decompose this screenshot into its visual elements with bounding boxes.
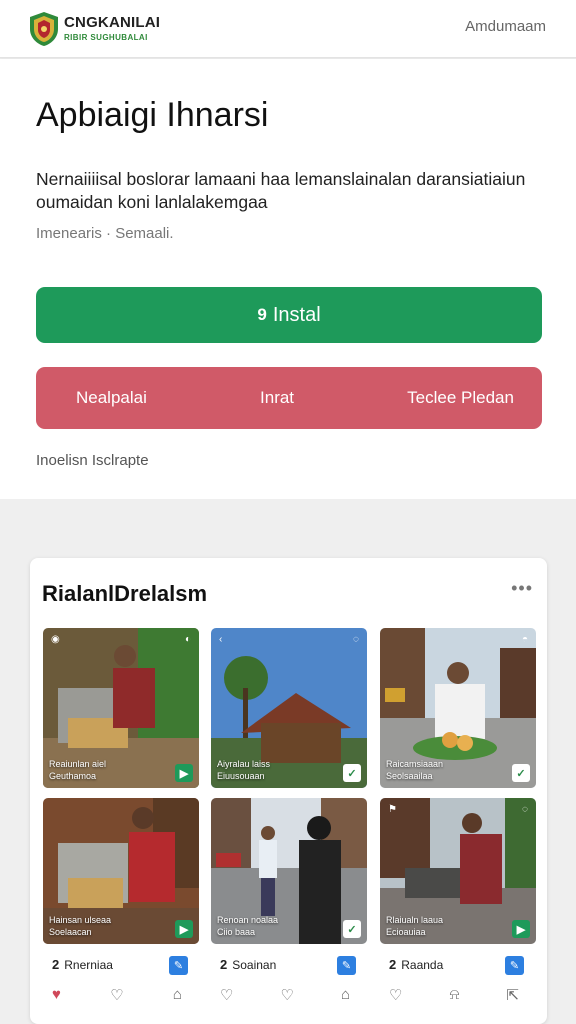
- profile-icon: ◉: [51, 634, 60, 645]
- gallery-title: RialanlDrelalsm: [42, 581, 208, 606]
- play-badge-icon[interactable]: ▶: [175, 920, 193, 938]
- like-icon[interactable]: ♡: [280, 986, 293, 1004]
- gallery-tile[interactable]: ◉ ◐ Reaiunlan aiel Geuthamoa ▶: [43, 628, 199, 788]
- options-icon: ◌: [522, 804, 528, 815]
- edit-icon[interactable]: ✎: [505, 956, 524, 975]
- tile-actions: ♡ ⍾ ⇱: [389, 986, 519, 1004]
- play-icon: ◐: [184, 634, 191, 645]
- tile-author: 2 Soainan: [220, 957, 277, 972]
- brand-subtitle: RIBIR SUGHUBALAI: [64, 33, 148, 42]
- like-icon[interactable]: ♡: [389, 986, 402, 1004]
- notification-icon[interactable]: ⍾: [449, 986, 459, 1004]
- action-button-2[interactable]: Inrat: [260, 388, 294, 408]
- back-icon: ‹: [219, 634, 223, 645]
- tile-caption: Renoan noalaa Ciio baaa: [217, 915, 279, 937]
- tile-caption: Hainsan ulseaa Soelaacan: [49, 915, 112, 937]
- tile-author: 2 Raanda: [389, 957, 444, 972]
- app-title: Apbiaigi Ihnarsi: [36, 96, 269, 134]
- gallery-tile[interactable]: ‹ ◌ Aiyralau laiss Eiuusouaan ✓: [211, 628, 367, 788]
- like-icon[interactable]: ♡: [220, 986, 233, 1004]
- gallery-tile[interactable]: ◓ Raicamsiaaan Seolsaailaa ✓: [380, 628, 536, 788]
- chat-icon: ◌: [353, 634, 359, 645]
- tile-caption: Rlaiualn laaua Ecioauiaa: [386, 915, 444, 937]
- gallery-card: RialanlDrelalsm ••• ◉ ◐ Reaiunlan aiel Ge…: [30, 558, 547, 1024]
- check-badge-icon[interactable]: ✓: [512, 764, 530, 782]
- play-badge-icon[interactable]: ▶: [175, 764, 193, 782]
- brand-name: CNGKANILAI: [64, 14, 161, 31]
- tile-actions: ♥ ♡ ⌂: [52, 986, 182, 1004]
- gallery-tile[interactable]: ⚑ ◌ Rlaiualn laaua Ecioauiaa ▶: [380, 798, 536, 944]
- share-icon: ◓: [521, 634, 528, 645]
- edit-icon[interactable]: ✎: [337, 956, 356, 975]
- action-button-3[interactable]: Teclee Pledan: [407, 388, 514, 408]
- install-icon: 9: [257, 305, 267, 324]
- more-options-icon[interactable]: •••: [511, 578, 533, 599]
- app-header: CNGKANILAI RIBIR SUGHUBALAI Amdumaam: [0, 0, 576, 58]
- crest-logo-icon: [30, 12, 58, 46]
- install-label: Instal: [272, 303, 321, 326]
- app-description: Nernaiiiisal boslorar lamaani haa lemans…: [36, 169, 526, 212]
- gallery-tile[interactable]: Renoan noalaa Ciio baaa ✓: [211, 798, 367, 944]
- like-icon[interactable]: ♡: [110, 986, 123, 1004]
- gallery-tile[interactable]: Hainsan ulseaa Soelaacan ▶: [43, 798, 199, 944]
- app-meta: Imenearis · Semaali.: [36, 225, 174, 242]
- play-badge-icon[interactable]: ▶: [512, 920, 530, 938]
- secondary-link[interactable]: Inoelisn Isclrapte: [36, 452, 149, 469]
- flag-icon: ⚑: [388, 804, 397, 815]
- bookmark-icon[interactable]: ⌂: [341, 986, 350, 1004]
- brand: CNGKANILAI RIBIR SUGHUBALAI: [64, 14, 160, 42]
- header-account-link[interactable]: Amdumaam: [465, 18, 546, 35]
- tile-caption: Raicamsiaaan Seolsaailaa: [386, 759, 444, 781]
- check-badge-icon[interactable]: ✓: [343, 764, 361, 782]
- install-button[interactable]: 9 Instal: [36, 287, 542, 343]
- share-icon[interactable]: ⇱: [506, 986, 519, 1004]
- tile-caption: Reaiunlan aiel Geuthamoa: [49, 759, 107, 781]
- tile-author: 2 Rnerniaa: [52, 957, 113, 972]
- tile-actions: ♡ ♡ ⌂: [220, 986, 350, 1004]
- favorite-icon[interactable]: ♥: [52, 986, 61, 1004]
- edit-icon[interactable]: ✎: [169, 956, 188, 975]
- bookmark-icon[interactable]: ⌂: [173, 986, 182, 1004]
- action-button-1[interactable]: Nealpalai: [76, 388, 147, 408]
- tile-caption: Aiyralau laiss Eiuusouaan: [217, 759, 271, 781]
- action-button-group: Nealpalai Inrat Teclee Pledan: [36, 367, 542, 429]
- check-badge-icon[interactable]: ✓: [343, 920, 361, 938]
